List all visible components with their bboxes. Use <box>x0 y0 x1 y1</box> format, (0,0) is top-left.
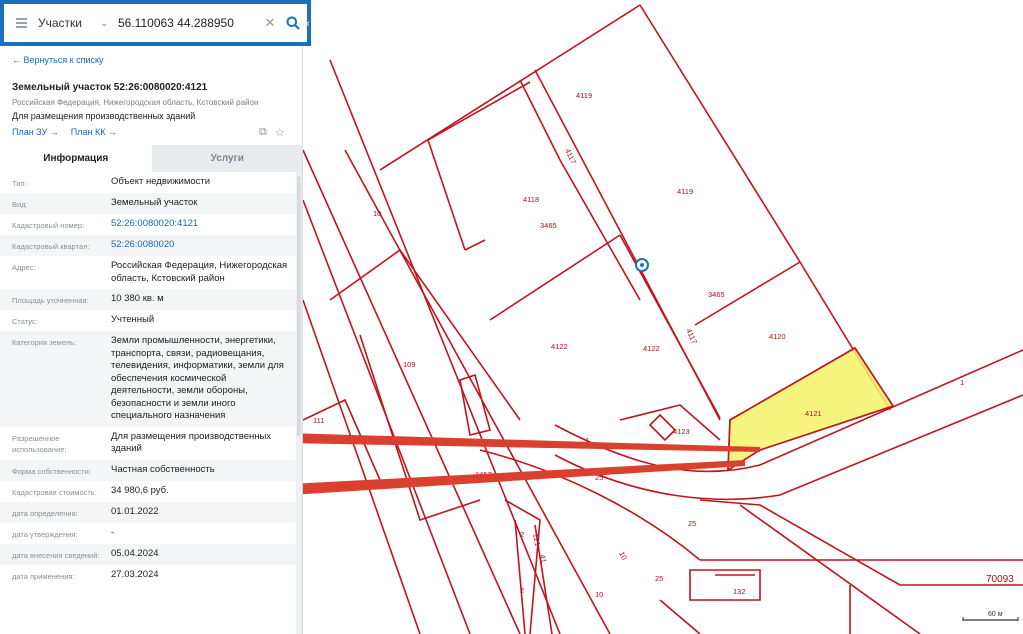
table-row: дата утверждения: - <box>0 523 296 544</box>
row-label: дата утверждения: <box>12 529 78 539</box>
table-row: дата применения: 27.03.2024 <box>0 565 296 586</box>
map-label: 41 <box>538 554 548 564</box>
row-value: 34 980,6 руб. <box>111 484 169 496</box>
row-label: дата применения: <box>12 571 75 581</box>
map-label: 2 <box>520 530 524 539</box>
map-label: 109 <box>403 360 416 369</box>
table-row: Кадастровый квартал: 52:26:0080020 <box>0 235 296 256</box>
search-bar: Участки ⌄ 56.110063 44.288950 ✕ <box>0 0 311 46</box>
clear-icon[interactable]: ✕ <box>261 15 279 31</box>
info-panel: ← Вернуться к списку Земельный участок 5… <box>0 0 303 634</box>
row-label: Тип: <box>12 179 27 188</box>
star-icon[interactable]: ☆ <box>275 126 285 139</box>
map-label: 25 <box>655 574 663 583</box>
map-label: 2 <box>520 586 524 595</box>
row-label: Форма собственности: <box>12 466 91 476</box>
tab-services[interactable]: Услуги <box>151 145 302 172</box>
cadastral-quarter-link[interactable]: 52:26:0080020 <box>111 239 296 252</box>
row-value: Земельный участок <box>111 197 198 208</box>
row-value: 01.01.2022 <box>111 505 159 517</box>
table-row: Разрешенное использование: Для размещения… <box>0 427 296 460</box>
plan-kk-link[interactable]: План КК → <box>71 127 117 137</box>
scrollbar-thumb[interactable] <box>297 176 301 436</box>
location-marker-icon[interactable] <box>635 258 649 272</box>
map-label: 4122 <box>643 344 660 353</box>
search-input[interactable]: 56.110063 44.288950 <box>118 16 261 30</box>
collapse-icon[interactable]: ‹ <box>303 12 313 36</box>
map-label: 4123 <box>673 427 690 436</box>
object-use: Для размещения производственных зданий <box>12 111 196 121</box>
map-label: 4121 <box>805 409 822 418</box>
row-value: 05.04.2024 <box>111 547 159 559</box>
map-label: 70093 <box>986 574 1014 585</box>
row-label: дата определения: <box>12 508 78 518</box>
row-label: Адрес: <box>12 263 36 272</box>
row-value: Частная собственность <box>111 463 215 475</box>
table-row: Площадь уточненная: 10 380 кв. м <box>0 289 296 310</box>
panel-scrollbar[interactable] <box>296 172 302 634</box>
info-table: Тип: Объект недвижимости Вид: Земельный уч… <box>0 172 296 586</box>
row-label: Вид: <box>12 200 28 209</box>
object-address: Российская Федерация, Нижегородская обла… <box>12 98 259 107</box>
cadastral-number-link[interactable]: 52:26:0080020:4121 <box>111 218 296 231</box>
row-label: Кадастровая стоимость: <box>12 487 97 497</box>
table-row: Вид: Земельный участок <box>0 193 296 214</box>
map-label: 4118 <box>523 195 539 204</box>
layer-select[interactable]: Участки <box>38 16 100 30</box>
row-value: 10 380 кв. м <box>111 293 164 304</box>
row-value: Российская Федерация, Нижегородская обла… <box>111 260 288 284</box>
row-value: Объект недвижимости <box>111 176 211 187</box>
map-label: 4120 <box>769 332 786 341</box>
map-label: 1 <box>960 378 964 387</box>
table-row: Форма собственности: Частная собственност… <box>0 459 296 481</box>
tab-info[interactable]: Информация <box>0 145 152 172</box>
row-value: Для размещения производственных зданий <box>111 430 272 455</box>
table-row: дата определения: 01.01.2022 <box>0 501 296 523</box>
plan-zu-link[interactable]: План ЗУ → <box>12 127 59 137</box>
map-label: 3465 <box>708 290 725 299</box>
table-row: Категория земель: Земли промышленности, э… <box>0 331 296 427</box>
object-title: Земельный участок 52:26:0080020:4121 <box>12 82 208 93</box>
row-label: Категория земель: <box>12 338 77 347</box>
table-row: Кадастровый номер: 52:26:0080020:4121 <box>0 214 296 235</box>
map-label: 4119 <box>576 91 592 100</box>
back-to-list-link[interactable]: ← Вернуться к списку <box>12 55 104 65</box>
tab-bar: Информация Услуги <box>0 145 302 172</box>
map-label: 10 <box>595 590 603 599</box>
svg-text:60 м: 60 м <box>988 611 1003 618</box>
map-label: 132 <box>733 587 746 596</box>
row-value: Земли промышленности, энергетики, трансп… <box>111 335 284 421</box>
table-row: Статус: Учтенный <box>0 310 296 331</box>
table-row: дата внесения сведений: 05.04.2024 <box>0 543 296 565</box>
map-label: 10 <box>373 209 381 218</box>
row-label: Площадь уточненная: <box>12 296 89 305</box>
table-row: Адрес: Российская Федерация, Нижегородска… <box>0 256 296 289</box>
row-label: дата внесения сведений: <box>12 550 100 560</box>
table-row: Кадастровая стоимость: 34 980,6 руб. <box>0 481 296 502</box>
copy-icon[interactable]: ⧉ <box>259 126 267 139</box>
map-label: 25 <box>688 519 696 528</box>
row-label: Разрешенное использование: <box>12 433 67 454</box>
menu-icon[interactable] <box>4 22 38 24</box>
row-label: Статус: <box>12 317 38 326</box>
row-value: 27.03.2024 <box>111 568 159 580</box>
row-label: Кадастровый квартал: <box>12 242 90 251</box>
row-label: Кадастровый номер: <box>12 221 85 230</box>
row-value: - <box>111 526 115 538</box>
chevron-down-icon[interactable]: ⌄ <box>100 18 118 29</box>
map-label: 4119 <box>677 187 693 196</box>
map-label: 111 <box>313 416 324 425</box>
map-label: 3465 <box>540 221 557 230</box>
table-row: Тип: Объект недвижимости <box>0 172 296 193</box>
row-value: Учтенный <box>111 314 155 325</box>
search-box: Участки ⌄ 56.110063 44.288950 ✕ <box>4 4 307 42</box>
map-label: 4122 <box>551 342 568 351</box>
